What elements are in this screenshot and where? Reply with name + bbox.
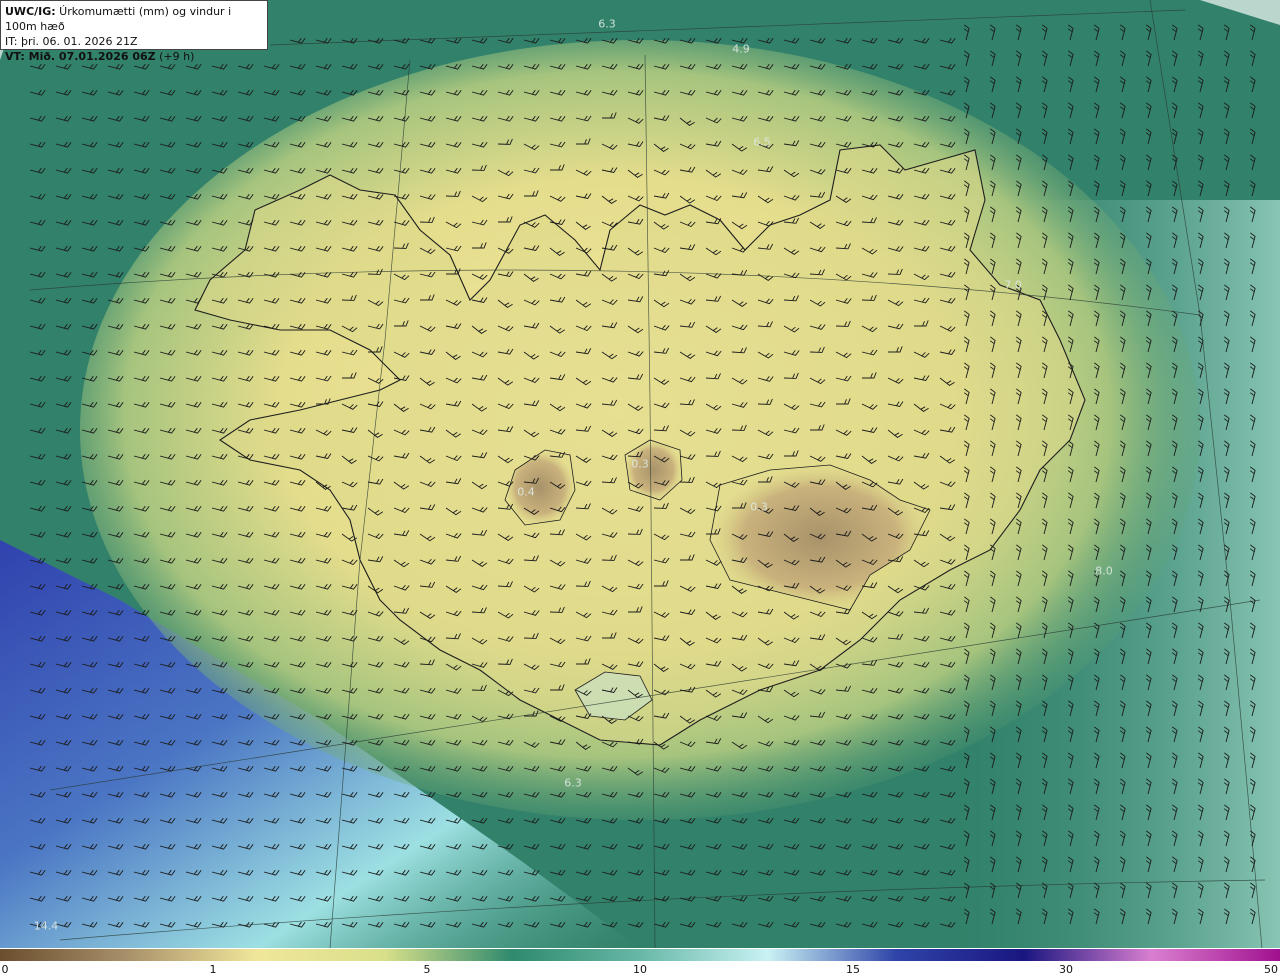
header-line-1: UWC/IG: Úrkomumætti (mm) og vindur i 100… <box>5 4 263 34</box>
map-canvas <box>0 0 1280 948</box>
value-label: 14.4 <box>33 919 59 933</box>
model-name: UWC/IG: <box>5 5 56 18</box>
value-label: 4.9 <box>732 42 750 56</box>
valid-time: VT: Mið. 07.01.2026 06Z <box>5 50 156 63</box>
colorbar-tick: 15 <box>846 963 860 976</box>
value-label: 6.5 <box>753 135 771 149</box>
lead-time: (+9 h) <box>155 50 195 63</box>
value-label: 8.0 <box>1095 564 1113 578</box>
colorbar-tick: 10 <box>633 963 647 976</box>
value-label: 7.0 <box>1004 278 1022 292</box>
value-label: 0.3 <box>631 457 649 471</box>
colorbar-tick: 5 <box>423 963 431 976</box>
header-line-2: IT: þri. 06. 01. 2026 21Z <box>5 35 138 48</box>
colorbar-legend: 0 1 5 10 15 30 50 <box>0 948 1280 978</box>
colorbar <box>0 949 1280 961</box>
colorbar-tick: 30 <box>1059 963 1073 976</box>
value-label: 6.3 <box>598 17 616 31</box>
value-label: 6.3 <box>564 776 582 790</box>
map-header: UWC/IG: Úrkomumætti (mm) og vindur i 100… <box>0 0 268 63</box>
header-line-3: VT: Mið. 07.01.2026 06Z (+9 h) <box>5 49 263 64</box>
colorbar-tick: 0 <box>1 963 9 976</box>
colorbar-tick: 50 <box>1264 963 1278 976</box>
value-label: 0.4 <box>517 485 535 499</box>
precipitation-map: 6.3 4.9 6.5 7.0 0.3 0.4 0.3 8.0 6.3 14.4… <box>0 0 1280 948</box>
colorbar-tick: 1 <box>209 963 217 976</box>
value-label: 0.3 <box>750 500 768 514</box>
